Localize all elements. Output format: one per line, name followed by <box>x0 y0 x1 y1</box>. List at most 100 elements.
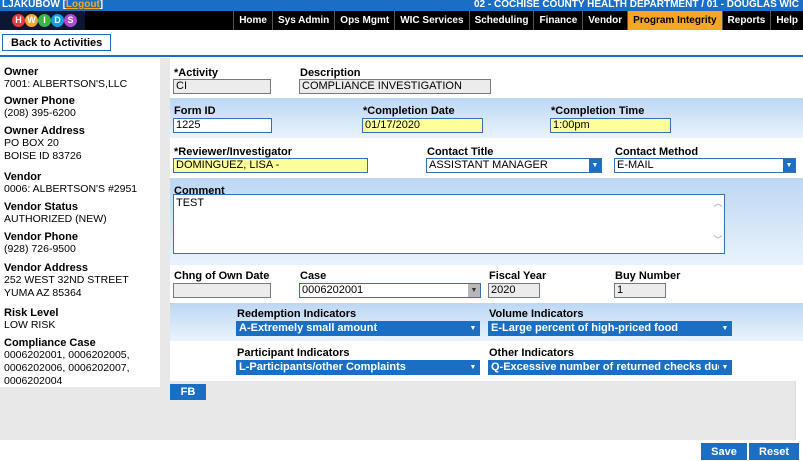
vendor-phone-label: Vendor Phone <box>4 231 78 243</box>
vendor-address-line1: 252 WEST 32ND STREET <box>4 274 129 286</box>
owner-label: Owner <box>4 66 39 78</box>
username: LJAKUBOW <box>2 0 60 10</box>
reviewer-row: *Reviewer/Investigator DOMINGUEZ, LISA -… <box>170 138 803 178</box>
comment-textarea[interactable]: TEST <box>173 194 725 254</box>
scroll-up-icon[interactable]: ︿ <box>713 196 723 209</box>
menu-item-ops-mgmt[interactable]: Ops Mgmt <box>334 11 394 30</box>
completion-date-label: *Completion Date <box>363 105 455 117</box>
case-row: Chng of Own Date Case 0006202001 ▼ Fisca… <box>170 265 803 303</box>
menu-item-finance[interactable]: Finance <box>533 11 582 30</box>
redemption-indicators-select[interactable]: A-Extremely small amount ▼ <box>236 321 480 336</box>
vendor-status-value: AUTHORIZED (NEW) <box>4 213 107 225</box>
vendor-address-line2: YUMA AZ 85364 <box>4 287 82 299</box>
risk-level-value: LOW RISK <box>4 319 56 331</box>
user-info: LJAKUBOW [Logout] <box>2 0 103 10</box>
owner-phone-value: (208) 395-6200 <box>4 107 76 119</box>
contact-title-label: Contact Title <box>427 146 494 158</box>
form-id-label: Form ID <box>174 105 216 117</box>
hwids-logo: HWIDS <box>0 11 85 30</box>
comment-scrollbar[interactable]: ︿ ﹀ <box>713 196 723 252</box>
indicators-row-2: Participant Indicators L-Participants/ot… <box>170 341 803 381</box>
chng-own-date-input[interactable] <box>173 283 271 298</box>
chng-own-date-label: Chng of Own Date <box>174 270 270 282</box>
vendor-phone-field: Vendor Phone (928) 726-9500 <box>4 231 78 256</box>
form-id-input[interactable]: 1225 <box>173 118 272 133</box>
owner-value: 7001: ALBERTSON'S,LLC <box>4 78 128 90</box>
save-button[interactable]: Save <box>701 443 747 460</box>
owner-address-field: Owner Address PO BOX 20 BOISE ID 83726 <box>4 125 85 163</box>
buy-number-label: Buy Number <box>615 270 681 282</box>
menu-item-reports[interactable]: Reports <box>721 11 771 30</box>
vendor-field: Vendor 0006: ALBERTSON'S #2951 <box>4 171 137 196</box>
owner-field: Owner 7001: ALBERTSON'S,LLC <box>4 66 127 91</box>
fb-button[interactable]: FB <box>170 384 206 400</box>
case-select[interactable]: 0006202001 ▼ <box>299 283 481 298</box>
activity-form: *Activity CI Description COMPLIANCE INVE… <box>170 58 803 401</box>
compliance-case-line2: 0006202006, 0006202007, <box>4 362 130 374</box>
menu-item-home[interactable]: Home <box>233 11 272 30</box>
logo-letter: W <box>25 14 38 27</box>
bottom-bar <box>0 440 803 461</box>
chevron-down-icon[interactable]: ▼ <box>467 361 479 374</box>
completion-time-label: *Completion Time <box>551 105 645 117</box>
chevron-down-icon[interactable]: ▼ <box>719 322 731 335</box>
reviewer-label: *Reviewer/Investigator <box>174 146 292 158</box>
case-label: Case <box>300 270 327 282</box>
back-to-activities-button[interactable]: Back to Activities <box>2 34 112 51</box>
contact-title-value: ASSISTANT MANAGER <box>429 159 548 171</box>
description-field: COMPLIANCE INVESTIGATION <box>299 79 491 94</box>
activity-row: *Activity CI Description COMPLIANCE INVE… <box>170 58 803 98</box>
description-label: Description <box>300 67 361 79</box>
chevron-down-icon[interactable]: ▼ <box>719 361 731 374</box>
compliance-case-label: Compliance Case <box>4 337 96 349</box>
reset-button[interactable]: Reset <box>749 443 799 460</box>
reviewer-input[interactable]: DOMINGUEZ, LISA - <box>173 158 368 173</box>
chevron-down-icon[interactable]: ▼ <box>589 159 601 172</box>
volume-indicators-label: Volume Indicators <box>489 308 584 320</box>
completion-date-input[interactable]: 01/17/2020 <box>362 118 483 133</box>
vendor-value: 0006: ALBERTSON'S #2951 <box>4 183 138 195</box>
risk-level-field: Risk Level LOW RISK <box>4 307 58 332</box>
main-menu: Home Sys Admin Ops Mgmt WIC Services Schedul… <box>233 11 803 30</box>
owner-phone-label: Owner Phone <box>4 95 75 107</box>
participant-indicators-select[interactable]: L-Participants/other Complaints ▼ <box>236 360 480 375</box>
activity-field: CI <box>173 79 271 94</box>
logo-letter: H <box>12 14 25 27</box>
form-id-row: Form ID 1225 *Completion Date 01/17/2020… <box>170 98 803 138</box>
menu-item-wic-services[interactable]: WIC Services <box>394 11 468 30</box>
menu-item-program-integrity[interactable]: Program Integrity <box>627 11 722 30</box>
scroll-down-icon[interactable]: ﹀ <box>713 233 723 246</box>
redemption-indicators-value: A-Extremely small amount <box>239 322 378 334</box>
vendor-info-panel: Owner 7001: ALBERTSON'S,LLC Owner Phone … <box>0 58 160 387</box>
menu-item-help[interactable]: Help <box>770 11 803 30</box>
risk-level-label: Risk Level <box>4 307 59 319</box>
chevron-down-icon[interactable]: ▼ <box>467 322 479 335</box>
bracket-close: ] <box>99 0 104 10</box>
menu-item-scheduling[interactable]: Scheduling <box>468 11 534 30</box>
contact-method-value: E-MAIL <box>617 159 654 171</box>
vendor-status-field: Vendor Status AUTHORIZED (NEW) <box>4 201 107 226</box>
compliance-case-field: Compliance Case 0006202001, 0006202005, … <box>4 337 130 388</box>
logo-letter: D <box>51 14 64 27</box>
completion-time-input[interactable]: 1:00pm <box>550 118 671 133</box>
volume-indicators-value: E-Large percent of high-priced food <box>491 322 679 334</box>
fiscal-year-field: 2020 <box>488 283 540 298</box>
menu-item-vendor[interactable]: Vendor <box>582 11 627 30</box>
redemption-indicators-label: Redemption Indicators <box>237 308 357 320</box>
owner-address-line1: PO BOX 20 <box>4 137 59 149</box>
participant-indicators-value: L-Participants/other Complaints <box>239 361 406 373</box>
contact-method-select[interactable]: E-MAIL ▼ <box>614 158 796 173</box>
chevron-down-icon[interactable]: ▼ <box>783 159 795 172</box>
other-indicators-label: Other Indicators <box>489 347 574 359</box>
chevron-down-icon[interactable]: ▼ <box>468 284 480 297</box>
owner-phone-field: Owner Phone (208) 395-6200 <box>4 95 76 120</box>
contact-title-select[interactable]: ASSISTANT MANAGER ▼ <box>426 158 602 173</box>
other-indicators-select[interactable]: Q-Excessive number of returned checks du… <box>488 360 732 375</box>
logout-link[interactable]: Logout <box>66 0 100 10</box>
top-status-bar: LJAKUBOW [Logout] 02 - COCHISE COUNTY HE… <box>0 0 803 11</box>
logo-letter: I <box>38 14 51 27</box>
indicators-row-1: Redemption Indicators A-Extremely small … <box>170 303 803 341</box>
compliance-case-line1: 0006202001, 0006202005, <box>4 349 130 361</box>
menu-item-sys-admin[interactable]: Sys Admin <box>271 11 334 30</box>
volume-indicators-select[interactable]: E-Large percent of high-priced food ▼ <box>488 321 732 336</box>
